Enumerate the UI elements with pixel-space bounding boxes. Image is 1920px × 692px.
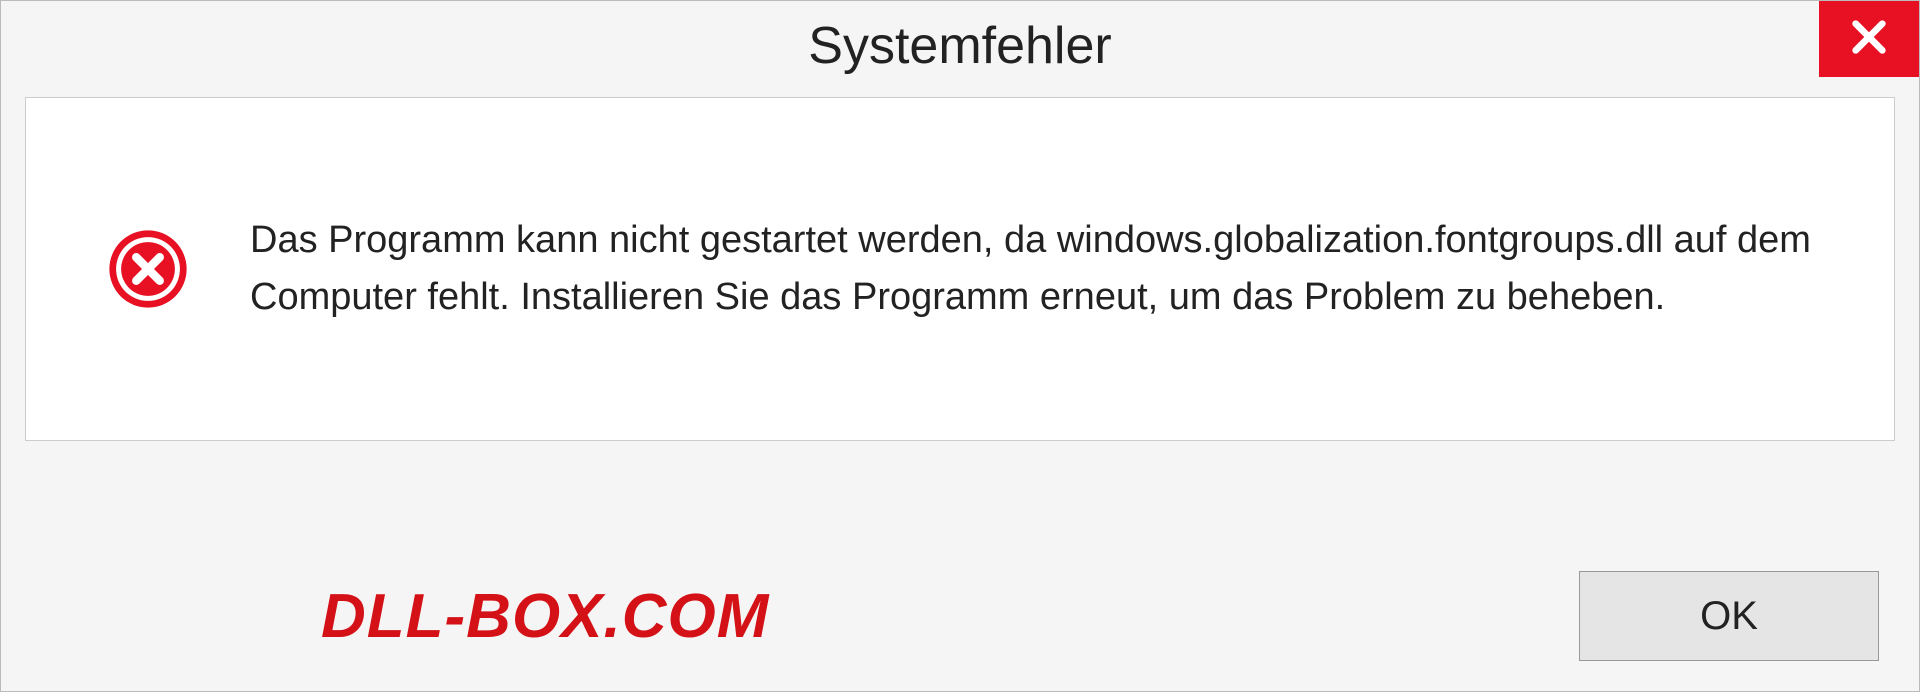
- content-area: Das Programm kann nicht gestartet werden…: [25, 97, 1895, 441]
- error-message: Das Programm kann nicht gestartet werden…: [250, 212, 1854, 326]
- close-button[interactable]: [1819, 1, 1919, 77]
- close-icon: [1849, 17, 1889, 62]
- watermark-text: DLL-BOX.COM: [321, 581, 769, 652]
- footer: DLL-BOX.COM OK: [1, 571, 1919, 661]
- ok-button[interactable]: OK: [1579, 571, 1879, 661]
- titlebar: Systemfehler: [1, 1, 1919, 91]
- dialog-title: Systemfehler: [808, 16, 1111, 76]
- error-dialog: Systemfehler Das Programm kann nicht ges…: [0, 0, 1920, 692]
- error-icon: [106, 227, 190, 311]
